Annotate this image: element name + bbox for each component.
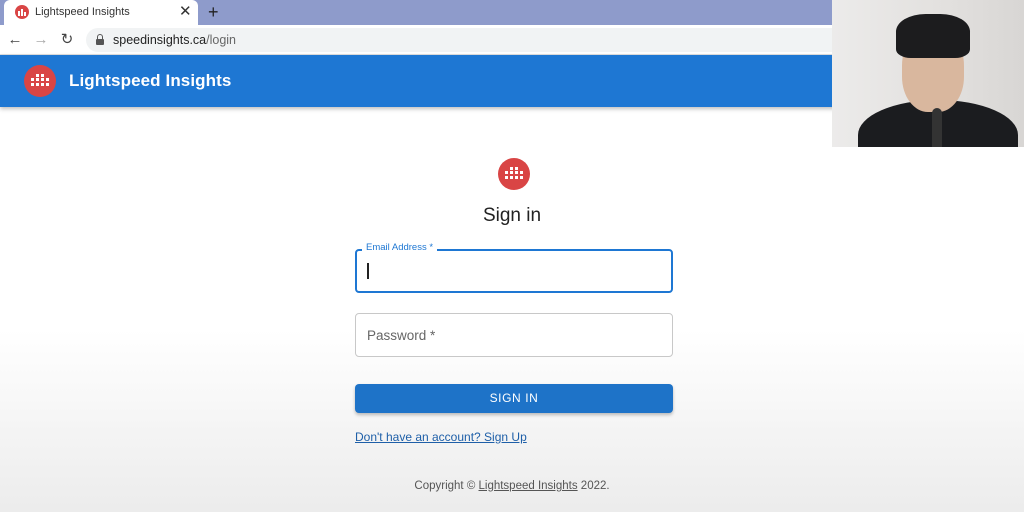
forward-button[interactable]: → (32, 31, 50, 49)
presenter-hair (896, 14, 970, 58)
close-tab-icon[interactable]: ✕ (179, 3, 192, 21)
back-button[interactable]: ← (6, 31, 24, 49)
microphone (932, 108, 942, 147)
new-tab-button[interactable]: + (208, 1, 219, 23)
favicon-icon (15, 5, 29, 19)
tab-title: Lightspeed Insights (35, 6, 130, 18)
sign-up-link[interactable]: Don't have an account? Sign Up (355, 430, 527, 444)
page-title: Sign in (482, 205, 542, 226)
password-placeholder: Password * (367, 328, 436, 343)
app-logo-icon[interactable] (24, 65, 56, 97)
login-logo-icon (498, 158, 530, 190)
webcam-overlay (832, 0, 1024, 147)
email-field[interactable] (355, 249, 673, 293)
email-input[interactable] (357, 251, 671, 291)
app-title[interactable]: Lightspeed Insights (69, 71, 231, 91)
email-label: Email Address * (362, 242, 438, 253)
footer-link[interactable]: Lightspeed Insights (479, 480, 578, 492)
browser-tab[interactable]: Lightspeed Insights ✕ (4, 0, 198, 25)
reload-button[interactable]: ↻ (58, 31, 76, 49)
password-field[interactable]: Password * (355, 313, 673, 357)
url-text: speedinsights.ca/login (113, 33, 237, 47)
copyright-footer: Copyright © Lightspeed Insights 2022. (414, 480, 610, 492)
sign-in-button[interactable]: SIGN IN (355, 384, 673, 413)
lock-icon (96, 34, 104, 45)
address-bar[interactable]: speedinsights.ca/login (86, 28, 846, 52)
